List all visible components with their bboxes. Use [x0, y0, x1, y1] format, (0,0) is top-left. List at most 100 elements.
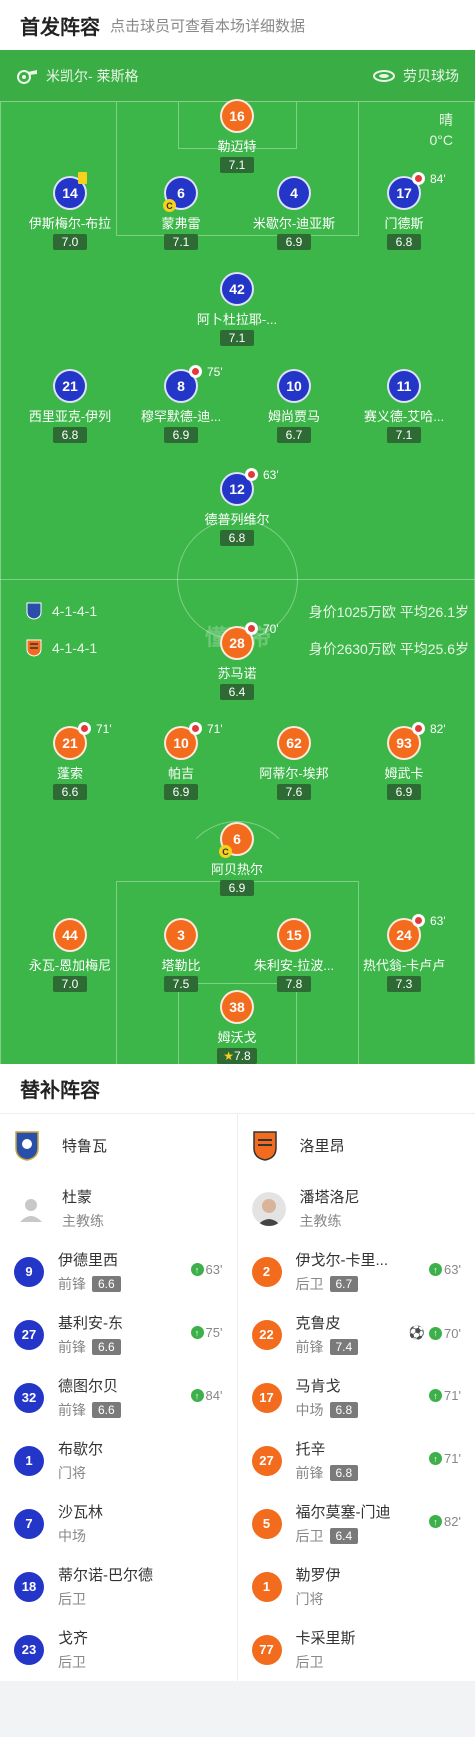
home-formation: 4-1-4-1	[26, 602, 97, 620]
player-rating: 7.6	[277, 784, 311, 800]
player-rating: 7.1	[164, 234, 198, 250]
player-home-gk[interactable]: 16 勒迈特 7.1	[177, 99, 297, 174]
sub-player-row[interactable]: 23 戈齐 后卫	[0, 1618, 237, 1681]
player-away-lm[interactable]: 21 71' 蓬索 6.6	[10, 722, 130, 801]
sub-in-time: ↑ 75'	[190, 1325, 223, 1340]
player-rating: 7.0	[53, 976, 87, 992]
player-rating: 6.9	[387, 784, 421, 800]
sub-name: 马肯戈	[295, 1378, 341, 1395]
sub-name: 伊德里西	[58, 1252, 119, 1269]
player-away-cm1[interactable]: 10 71' 帕吉 6.9	[121, 722, 241, 801]
player-name: 蓬索	[56, 766, 83, 781]
player-home-cb2[interactable]: 4 米歇尔-迪亚斯 6.9	[234, 176, 354, 251]
sub-in-icon: ↑	[190, 1389, 204, 1402]
player-away-dm[interactable]: 6C 阿贝热尔 6.9	[177, 822, 297, 897]
sub-in-minute: 82'	[444, 1514, 461, 1529]
sub-name: 德图尔贝	[58, 1378, 119, 1395]
player-away-cm2[interactable]: 62 阿蒂尔-埃邦 7.6	[234, 726, 354, 801]
sub-player-row[interactable]: 5 福尔莫塞-门迪 后卫 6.4 ↑ 82'	[238, 1492, 475, 1555]
sub-player-row[interactable]: 1 布歇尔 门将	[0, 1429, 237, 1492]
sub-position-text: 后卫	[58, 1591, 86, 1607]
player-name: 阿卜杜拉耶-...	[196, 312, 278, 327]
sub-number-badge: 23	[14, 1634, 44, 1665]
player-away-cb2[interactable]: 15 朱利安-拉波... 7.8	[234, 918, 354, 993]
player-home-dm[interactable]: 42 阿卜杜拉耶-... 7.1	[177, 272, 297, 347]
sub-rating: 6.8	[329, 1402, 359, 1418]
sub-player-row[interactable]: 22 克鲁皮 前锋 7.4 ⚽ ↑ 70'	[238, 1303, 475, 1366]
sub-position: 后卫	[58, 1652, 88, 1672]
avatar-placeholder-icon	[20, 1198, 42, 1222]
sub-player-row[interactable]: 32 德图尔贝 前锋 6.6 ↑ 84'	[0, 1366, 237, 1429]
coach-info: 杜蒙 主教练	[62, 1186, 104, 1231]
sub-info: 基利安-东 前锋 6.6	[58, 1312, 123, 1357]
sub-player-row[interactable]: 9 伊德里西 前锋 6.6 ↑ 63'	[0, 1240, 237, 1303]
sub-position: 后卫	[296, 1652, 356, 1672]
player-away-st[interactable]: 28 70' 苏马诺 6.4	[177, 622, 297, 701]
sub-in-minute: 84'	[205, 1388, 223, 1403]
player-rating: 6.8	[387, 234, 421, 250]
home-coach-row[interactable]: 杜蒙 主教练	[0, 1177, 237, 1240]
player-number-badge: 44	[53, 918, 87, 952]
player-home-lb[interactable]: 14 伊斯梅尔-布拉 7.0	[10, 172, 130, 251]
player-name: 穆罕默德-迪...	[140, 409, 222, 424]
sub-position: 后卫	[58, 1589, 153, 1609]
sub-player-row[interactable]: 27 基利安-东 前锋 6.6 ↑ 75'	[0, 1303, 237, 1366]
sub-player-row[interactable]: 77 卡采里斯 后卫	[238, 1618, 475, 1681]
sub-position: 中场 6.8	[296, 1400, 359, 1420]
sub-name: 布歇尔	[58, 1441, 104, 1458]
player-number-badge: 17	[387, 172, 425, 210]
venue-name: 劳贝球场	[403, 68, 459, 84]
player-away-rm[interactable]: 93 82' 姆武卡 6.9	[344, 722, 464, 801]
sub-name: 克鲁皮	[295, 1315, 341, 1332]
sub-position: 前锋 6.6	[58, 1274, 121, 1294]
player-home-rm[interactable]: 11 赛义德-艾哈... 7.1	[344, 369, 464, 444]
player-number: 21	[62, 735, 78, 751]
troyes-logo-icon	[26, 602, 42, 620]
player-home-cm2[interactable]: 10 姆尚贾马 6.7	[234, 369, 354, 444]
player-rating: 7.1	[220, 330, 254, 346]
player-away-rb[interactable]: 24 63' 热代翁-卡卢卢 7.3	[344, 914, 464, 993]
player-number: 6	[233, 831, 241, 847]
sub-position-text: 前锋	[58, 1402, 86, 1418]
away-coach-row[interactable]: 潘塔洛尼 主教练	[238, 1177, 475, 1240]
sub-out-icon	[245, 622, 258, 635]
sub-player-row[interactable]: 7 沙瓦林 中场	[0, 1492, 237, 1555]
player-number-badge: 6C	[219, 822, 254, 858]
sub-player-row[interactable]: 2 伊戈尔-卡里... 后卫 6.7 ↑ 63'	[238, 1240, 475, 1303]
player-home-cb1[interactable]: 6C 蒙弗雷 7.1	[121, 176, 241, 251]
player-rating: 6.8	[53, 427, 87, 443]
sub-number-badge: 18	[14, 1571, 44, 1602]
sub-name: 沙瓦林	[58, 1504, 104, 1521]
sub-out-icon	[189, 722, 202, 735]
player-number-badge: 6C	[163, 176, 198, 212]
sub-in-icon: ↑	[429, 1515, 443, 1528]
player-number-badge: 4	[277, 176, 311, 210]
player-home-rb[interactable]: 17 84' 门德斯 6.8	[344, 172, 464, 251]
player-name: 米歇尔-迪亚斯	[252, 216, 336, 231]
player-rating: 7.1	[220, 157, 254, 173]
player-rating: 7.0	[53, 234, 87, 250]
player-away-lb[interactable]: 44 永瓦-恩加梅尼 7.0	[10, 918, 130, 993]
player-home-st[interactable]: 12 63' 德普列维尔 6.8	[177, 468, 297, 547]
player-away-gk[interactable]: 38 姆沃戈 ★7.8	[177, 990, 297, 1064]
match-info-bar: 米凯尔- 莱斯格 劳贝球场	[0, 50, 475, 102]
player-name: 永瓦-恩加梅尼	[28, 958, 112, 973]
sub-player-row[interactable]: 27 托辛 前锋 6.8 ↑ 71'	[238, 1429, 475, 1492]
home-team-row[interactable]: 特鲁瓦	[0, 1114, 237, 1177]
player-number: 17	[396, 185, 412, 201]
away-formation: 4-1-4-1	[26, 639, 97, 657]
sub-in-time: ↑ 82'	[429, 1514, 461, 1529]
sub-player-row[interactable]: 17 马肯戈 中场 6.8 ↑ 71'	[238, 1366, 475, 1429]
sub-player-row[interactable]: 18 蒂尔诺-巴尔德 后卫	[0, 1555, 237, 1618]
player-home-cm1[interactable]: 8 75' 穆罕默德-迪... 6.9	[121, 365, 241, 444]
player-home-lm[interactable]: 21 西里亚克-伊列 6.8	[10, 369, 130, 444]
sub-player-row[interactable]: 1 勒罗伊 门将	[238, 1555, 475, 1618]
pitch: 米凯尔- 莱斯格 劳贝球场 晴 0°C 懂球帝 4-1-4-1 身价1025万欧…	[0, 50, 475, 1064]
sub-number-badge: 5	[251, 1508, 282, 1539]
player-name: 热代翁-卡卢卢	[362, 958, 446, 973]
sub-in-time: ↑ 63'	[429, 1262, 461, 1277]
sub-number-badge: 22	[251, 1319, 282, 1350]
player-away-cb1[interactable]: 3 塔勒比 7.5	[121, 918, 241, 993]
sub-in-icon: ↑	[190, 1263, 204, 1276]
away-team-row[interactable]: 洛里昂	[238, 1114, 475, 1177]
